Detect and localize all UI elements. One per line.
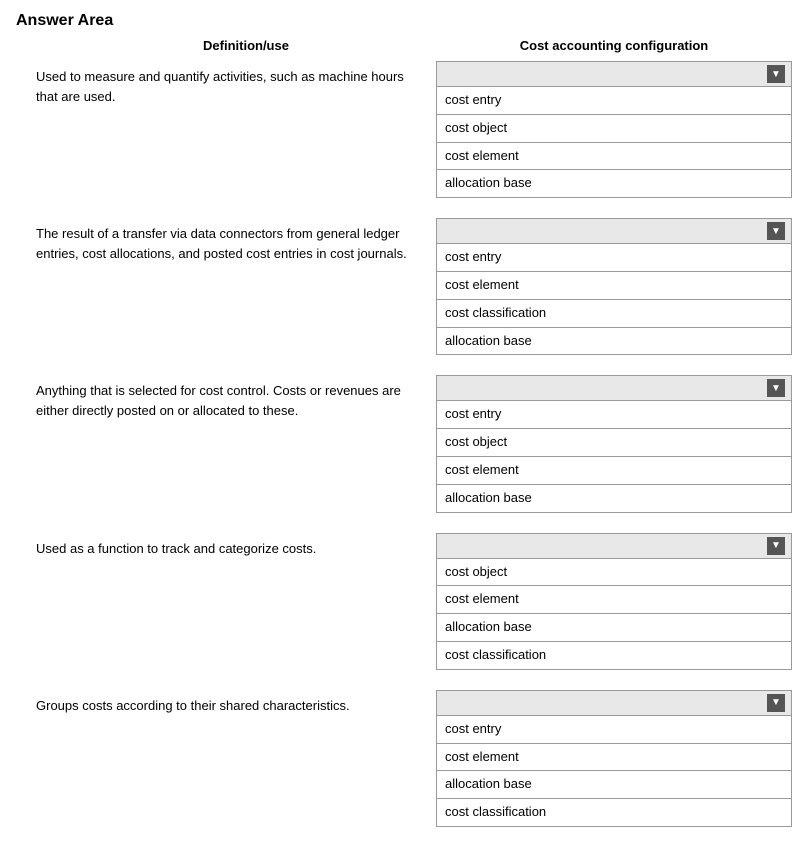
definition-text-1: Used to measure and quantify activities,… (16, 61, 436, 112)
dropdown-2[interactable]: ▼ (436, 218, 792, 244)
option-2-2[interactable]: cost element (436, 272, 792, 300)
definition-text-3: Anything that is selected for cost contr… (16, 375, 436, 426)
column-header-definition: Definition/use (16, 38, 436, 53)
dropdown-5[interactable]: ▼ (436, 690, 792, 716)
dropdown-arrow-1[interactable]: ▼ (767, 65, 785, 83)
option-3-2[interactable]: cost object (436, 429, 792, 457)
option-3-4[interactable]: allocation base (436, 485, 792, 513)
option-1-2[interactable]: cost object (436, 115, 792, 143)
option-1-3[interactable]: cost element (436, 143, 792, 171)
dropdown-arrow-5[interactable]: ▼ (767, 694, 785, 712)
dropdown-arrow-4[interactable]: ▼ (767, 537, 785, 555)
option-5-4[interactable]: cost classification (436, 799, 792, 827)
option-1-4[interactable]: allocation base (436, 170, 792, 198)
dropdown-arrow-3[interactable]: ▼ (767, 379, 785, 397)
option-5-1[interactable]: cost entry (436, 716, 792, 744)
option-3-1[interactable]: cost entry (436, 401, 792, 429)
dropdown-arrow-2[interactable]: ▼ (767, 222, 785, 240)
option-2-4[interactable]: allocation base (436, 328, 792, 356)
definition-text-5: Groups costs according to their shared c… (16, 690, 436, 722)
option-4-4[interactable]: cost classification (436, 642, 792, 670)
answer-area-title: Answer Area (0, 0, 808, 38)
definition-text-4: Used as a function to track and categori… (16, 533, 436, 565)
dropdown-3[interactable]: ▼ (436, 375, 792, 401)
option-2-3[interactable]: cost classification (436, 300, 792, 328)
option-2-1[interactable]: cost entry (436, 244, 792, 272)
table-row-5: Groups costs according to their shared c… (16, 690, 792, 827)
table-row-2: The result of a transfer via data connec… (16, 218, 792, 355)
option-5-3[interactable]: allocation base (436, 771, 792, 799)
dropdown-4[interactable]: ▼ (436, 533, 792, 559)
dropdown-1[interactable]: ▼ (436, 61, 792, 87)
config-col-4: ▼ cost objectcost elementallocation basec… (436, 533, 792, 670)
option-1-1[interactable]: cost entry (436, 87, 792, 115)
config-col-2: ▼ cost entrycost elementcost classificati… (436, 218, 792, 355)
config-col-5: ▼ cost entrycost elementallocation baseco… (436, 690, 792, 827)
option-5-2[interactable]: cost element (436, 744, 792, 772)
table-row-1: Used to measure and quantify activities,… (16, 61, 792, 198)
config-col-3: ▼ cost entrycost objectcost elementalloca… (436, 375, 792, 512)
table-row-4: Used as a function to track and categori… (16, 533, 792, 670)
option-4-1[interactable]: cost object (436, 559, 792, 587)
config-col-1: ▼ cost entrycost objectcost elementalloca… (436, 61, 792, 198)
column-header-config: Cost accounting configuration (436, 38, 792, 53)
definition-text-2: The result of a transfer via data connec… (16, 218, 436, 269)
option-4-3[interactable]: allocation base (436, 614, 792, 642)
table-row-3: Anything that is selected for cost contr… (16, 375, 792, 512)
option-4-2[interactable]: cost element (436, 586, 792, 614)
option-3-3[interactable]: cost element (436, 457, 792, 485)
